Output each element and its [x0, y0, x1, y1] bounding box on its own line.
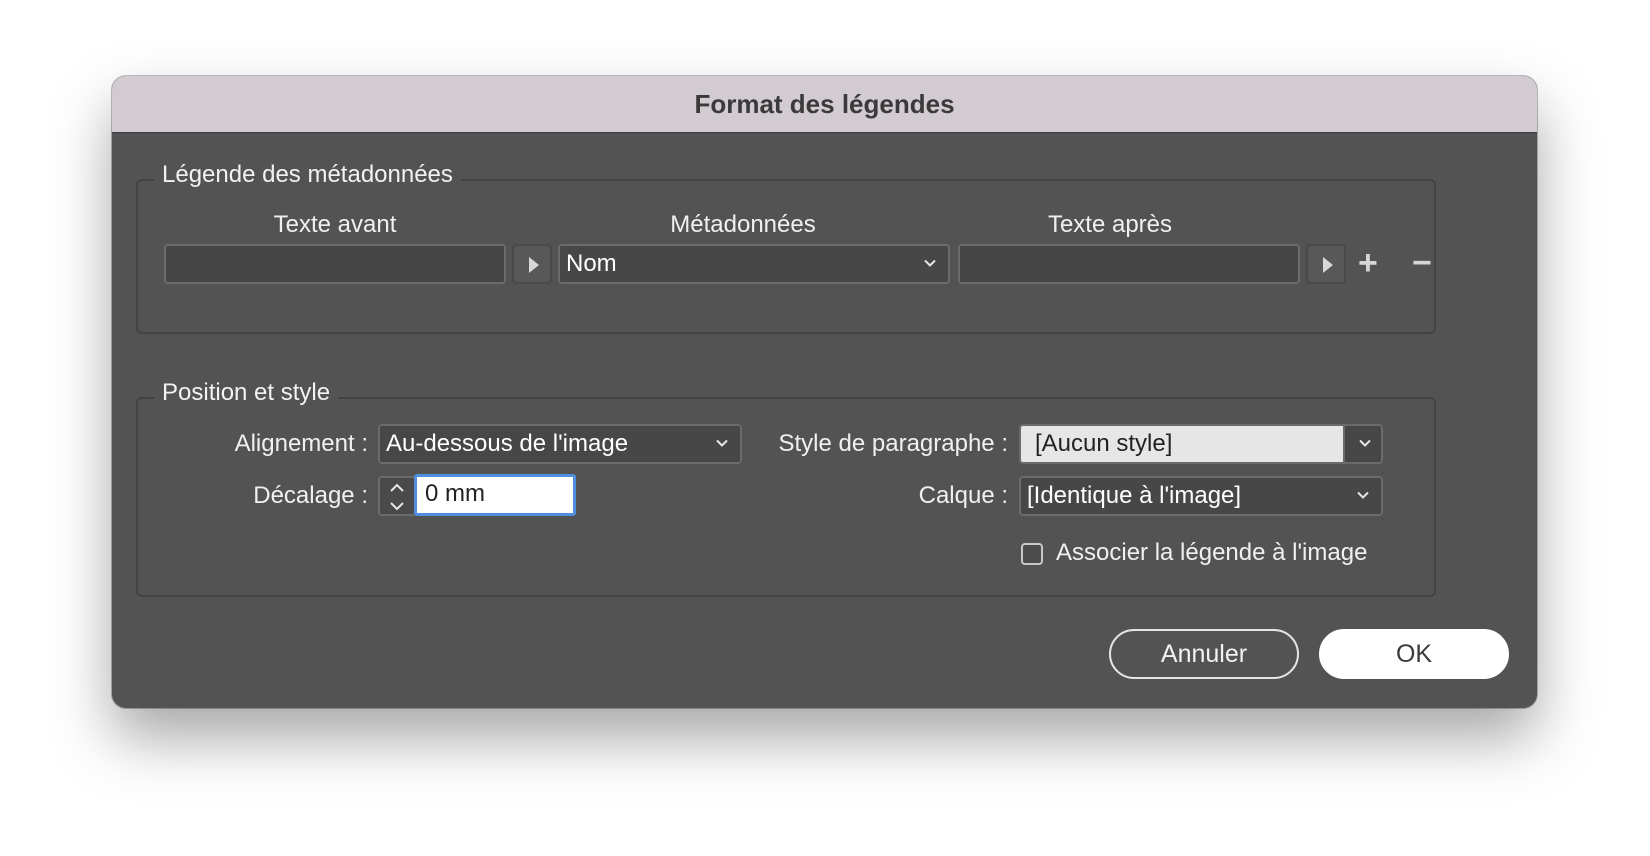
paragraph-style-select[interactable]: [Aucun style] — [1019, 424, 1383, 464]
metadata-select-value: Nom — [566, 250, 617, 277]
metadata-select[interactable]: Nom — [558, 244, 950, 284]
layer-label: Calque : — [918, 482, 1008, 509]
text-before-input[interactable] — [164, 244, 506, 284]
ok-button[interactable]: OK — [1319, 629, 1509, 679]
text-before-insert-button[interactable] — [512, 244, 552, 284]
alignment-select[interactable]: Au-dessous de l'image — [378, 424, 742, 464]
metadata-caption-group-title: Légende des métadonnées — [154, 160, 461, 190]
group-caption-checkbox-label[interactable]: Associer la légende à l'image — [1056, 538, 1367, 568]
remove-row-button[interactable]: − — [1412, 246, 1432, 280]
caption-setup-dialog: Format des légendes Légende des métadonn… — [112, 76, 1537, 708]
paragraph-style-label: Style de paragraphe : — [778, 430, 1009, 457]
stepper-arrows-icon — [390, 483, 404, 511]
text-after-input[interactable] — [958, 244, 1300, 284]
offset-stepper[interactable] — [378, 476, 414, 516]
offset-input[interactable]: 0 mm — [414, 474, 576, 516]
text-before-label: Texte avant — [273, 211, 397, 238]
text-after-label: Texte après — [1047, 211, 1173, 238]
text-after-insert-button[interactable] — [1306, 244, 1346, 284]
chevron-down-icon — [1359, 437, 1371, 449]
offset-label: Décalage : — [253, 482, 368, 509]
cancel-button[interactable]: Annuler — [1109, 629, 1299, 679]
play-arrow-icon — [1323, 257, 1333, 273]
chevron-down-icon — [716, 437, 728, 449]
layer-select-value: [Identique à l'image] — [1027, 482, 1242, 509]
layer-select[interactable]: [Identique à l'image] — [1019, 476, 1383, 516]
chevron-down-icon — [924, 257, 936, 269]
group-caption-checkbox[interactable] — [1021, 543, 1043, 565]
play-arrow-icon — [529, 257, 539, 273]
position-style-group-title: Position et style — [154, 378, 339, 408]
chevron-down-icon — [1357, 489, 1369, 501]
select-divider — [1343, 426, 1345, 462]
alignment-select-value: Au-dessous de l'image — [386, 430, 629, 457]
add-row-button[interactable]: + — [1358, 246, 1378, 280]
paragraph-style-value: [Aucun style] — [1021, 426, 1343, 462]
metadata-label: Métadonnées — [670, 211, 816, 238]
dialog-title: Format des légendes — [112, 76, 1537, 133]
alignment-label: Alignement : — [234, 430, 368, 457]
